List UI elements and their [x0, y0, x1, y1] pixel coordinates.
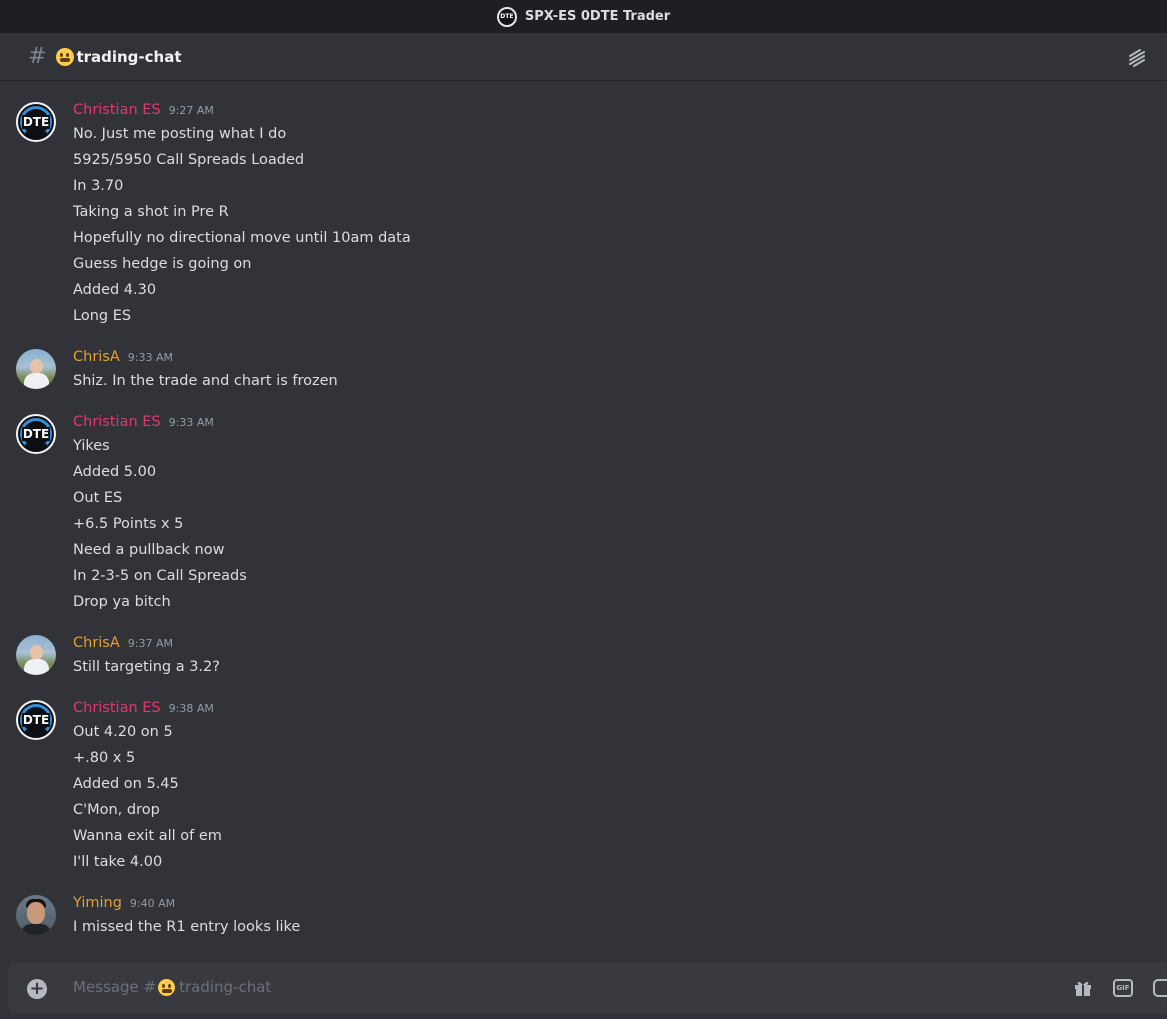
message-group: ChrisA 9:37 AM Still targeting a 3.2?: [0, 632, 1167, 680]
message-timestamp: 9:40 AM: [129, 897, 176, 910]
message-group: DTE Christian ES 9:38 AM Out 4.20 on 5 +…: [0, 697, 1167, 875]
message-text: C'Mon, drop: [73, 802, 160, 818]
dte-logo-avatar[interactable]: DTE: [16, 414, 56, 454]
dte-logo-avatar[interactable]: DTE: [16, 700, 56, 740]
message-group: DTE Christian ES 9:33 AM Yikes Added 5.0…: [0, 411, 1167, 615]
add-attachment-button[interactable]: +: [27, 979, 47, 999]
message-timestamp: 9:33 AM: [127, 351, 173, 364]
message-input[interactable]: Message # trading-chat: [73, 978, 271, 996]
message-text: Long ES: [73, 308, 132, 324]
message-text: No. Just me posting what I do: [73, 126, 287, 142]
message-author[interactable]: Christian ES: [73, 411, 161, 433]
grinning-emoji-icon: [158, 978, 176, 996]
message-text: Shiz. In the trade and chart is frozen: [73, 373, 338, 389]
gift-icon[interactable]: [1073, 979, 1093, 997]
threads-icon[interactable]: [1127, 47, 1147, 67]
message-text: I'll take 4.00: [73, 854, 163, 870]
message-group: Yiming 9:40 AM I missed the R1 entry loo…: [0, 892, 1167, 940]
message-text: +.80 x 5: [73, 750, 136, 766]
message-text: Out 4.20 on 5: [73, 724, 173, 740]
sticker-icon[interactable]: [1153, 979, 1167, 997]
message-text: +6.5 Points x 5: [73, 516, 184, 532]
message-text: Yikes: [73, 438, 110, 454]
channel-name: trading-chat: [76, 47, 182, 66]
user-avatar[interactable]: [16, 895, 56, 935]
gif-button[interactable]: GIF: [1113, 979, 1133, 997]
message-text: Out ES: [73, 490, 123, 506]
channel-header: # trading-chat: [0, 33, 1167, 81]
message-timestamp: 9:38 AM: [168, 702, 214, 715]
window-titlebar: DTE SPX-ES 0DTE Trader: [0, 0, 1167, 33]
grinning-emoji-icon: [56, 47, 75, 66]
window-title: SPX-ES 0DTE Trader: [524, 9, 671, 24]
hash-icon: #: [28, 44, 47, 69]
placeholder-channel: trading-chat: [179, 978, 272, 996]
message-text: Wanna exit all of em: [73, 828, 222, 844]
message-text: 5925/5950 Call Spreads Loaded: [73, 152, 305, 168]
message-text: Need a pullback now: [73, 542, 225, 558]
message-text: Hopefully no directional move until 10am…: [73, 230, 411, 246]
message-text: Guess hedge is going on: [73, 256, 252, 272]
message-author[interactable]: ChrisA: [73, 632, 120, 654]
message-group: ChrisA 9:33 AM Shiz. In the trade and ch…: [0, 346, 1167, 394]
message-text: Added on 5.45: [73, 776, 179, 792]
message-text: In 2-3-5 on Call Spreads: [73, 568, 247, 584]
server-logo-icon: DTE: [496, 6, 517, 27]
message-text: Added 4.30: [73, 282, 157, 298]
message-text: I missed the R1 entry looks like: [73, 919, 301, 935]
message-text: Taking a shot in Pre R: [73, 204, 229, 220]
user-avatar[interactable]: [16, 349, 56, 389]
message-text: Still targeting a 3.2?: [73, 659, 220, 675]
message-text: Drop ya bitch: [73, 594, 171, 610]
message-composer[interactable]: + Message # trading-chat GIF: [8, 962, 1167, 1014]
message-author[interactable]: Yiming: [73, 892, 122, 914]
message-author[interactable]: Christian ES: [73, 99, 161, 121]
message-text: Added 5.00: [73, 464, 157, 480]
message-author[interactable]: ChrisA: [73, 346, 120, 368]
message-group: DTE Christian ES 9:27 AM No. Just me pos…: [0, 99, 1167, 329]
message-text: In 3.70: [73, 178, 124, 194]
message-list: DTE Christian ES 9:27 AM No. Just me pos…: [0, 82, 1167, 962]
message-timestamp: 9:37 AM: [127, 637, 173, 650]
dte-logo-avatar[interactable]: DTE: [16, 102, 56, 142]
user-avatar[interactable]: [16, 635, 56, 675]
message-timestamp: 9:33 AM: [168, 416, 214, 429]
placeholder-prefix: Message #: [73, 978, 157, 996]
message-author[interactable]: Christian ES: [73, 697, 161, 719]
message-timestamp: 9:27 AM: [168, 104, 214, 117]
